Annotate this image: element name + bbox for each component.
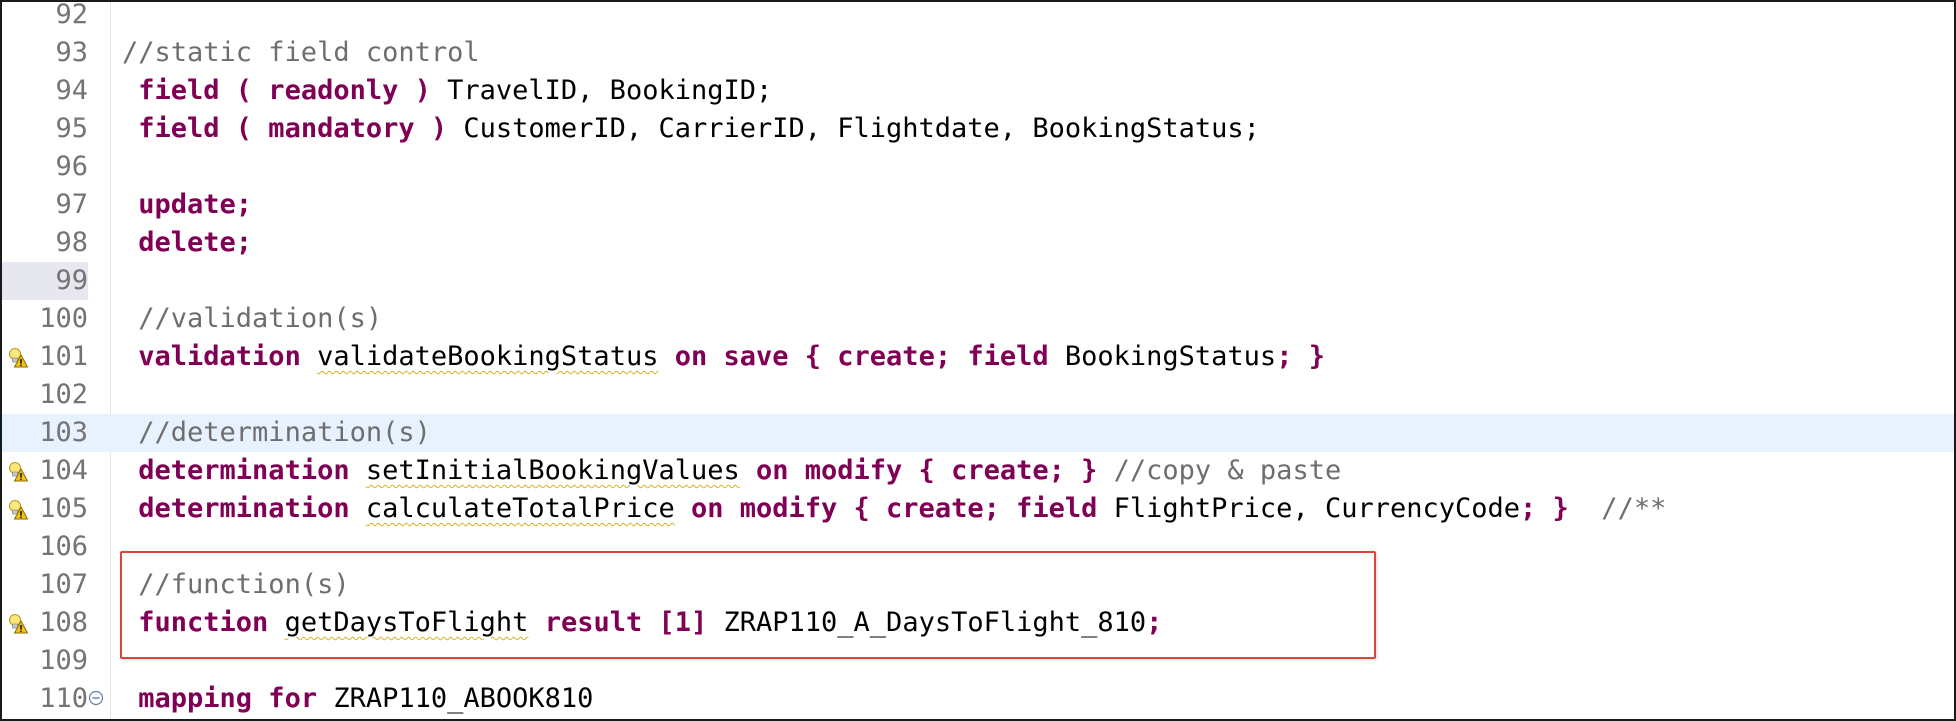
comment-token: //validation(s) xyxy=(138,303,383,334)
code-editor[interactable]: 92 93 //static field control 94 field ( rea… xyxy=(0,0,1956,721)
warning-lightbulb-icon[interactable] xyxy=(8,613,28,634)
comment-token: //static field control xyxy=(122,37,480,68)
code-line[interactable]: 103 //determination(s) xyxy=(2,414,1954,452)
keyword-token: on modify { create; } xyxy=(756,455,1098,486)
keyword-token: on modify { create; field xyxy=(690,493,1098,524)
comment-token: //copy & paste xyxy=(1097,455,1342,486)
identifier-token: BookingStatus xyxy=(1048,341,1277,372)
line-number: 103 xyxy=(39,417,88,448)
code-text: field ( readonly ) TravelID, BookingID; xyxy=(122,72,772,110)
warning-underlined-identifier: setInitialBookingValues xyxy=(365,455,740,486)
warning-lightbulb-icon[interactable] xyxy=(8,499,28,520)
keyword-token: update; xyxy=(138,189,253,220)
identifier-token xyxy=(301,341,317,372)
line-number: 106 xyxy=(39,531,88,562)
line-number: 102 xyxy=(39,379,88,410)
identifier-token: ZRAP110_ABOOK810 xyxy=(317,683,594,714)
line-number: 109 xyxy=(39,645,88,676)
keyword-token: ; } xyxy=(1520,493,1569,524)
identifier-token xyxy=(675,493,691,524)
code-line[interactable]: 93 //static field control xyxy=(2,34,1954,72)
code-line[interactable]: 104 determination setInitialBookingValue… xyxy=(2,452,1954,490)
warning-underlined-identifier: calculateTotalPrice xyxy=(365,493,675,524)
code-line[interactable]: 99 xyxy=(2,262,1954,300)
code-text: determination setInitialBookingValues on… xyxy=(122,452,1341,490)
keyword-token: field ( mandatory ) xyxy=(138,113,448,144)
code-line[interactable]: 94 field ( readonly ) TravelID, BookingI… xyxy=(2,72,1954,110)
code-text: validation validateBookingStatus on save… xyxy=(122,338,1325,376)
comment-token: //** xyxy=(1568,493,1667,524)
code-text: //static field control xyxy=(122,34,480,72)
code-text: update; xyxy=(122,186,252,224)
code-text: mapping for ZRAP110_ABOOK810 xyxy=(122,680,593,718)
code-line[interactable]: 101 validation validateBookingStatus on … xyxy=(2,338,1954,376)
code-line[interactable]: 102 xyxy=(2,376,1954,414)
code-line[interactable]: 105 determination calculateTotalPrice on… xyxy=(2,490,1954,528)
code-text: //determination(s) xyxy=(122,414,431,452)
keyword-token: ; } xyxy=(1276,341,1325,372)
keyword-token: mapping for xyxy=(138,683,318,714)
identifier-token xyxy=(350,493,366,524)
line-number: 98 xyxy=(55,227,88,258)
keyword-token: validation xyxy=(138,341,301,372)
line-number: 110 xyxy=(39,683,88,714)
keyword-token: field ( readonly ) xyxy=(138,75,431,106)
identifier-token xyxy=(658,341,674,372)
code-line[interactable]: 97 update; xyxy=(2,186,1954,224)
keyword-token: delete; xyxy=(138,227,253,258)
code-text: field ( mandatory ) CustomerID, CarrierI… xyxy=(122,110,1260,148)
line-number: 100 xyxy=(39,303,88,334)
code-line[interactable]: 110 mapping for ZRAP110_ABOOK810 xyxy=(2,680,1954,718)
keyword-token: determination xyxy=(138,493,350,524)
line-number: 99 xyxy=(2,262,88,300)
code-line[interactable]: 92 xyxy=(2,0,1954,34)
fold-collapse-icon[interactable] xyxy=(88,690,104,706)
code-line[interactable]: 95 field ( mandatory ) CustomerID, Carri… xyxy=(2,110,1954,148)
warning-lightbulb-icon[interactable] xyxy=(8,461,28,482)
function-highlight-box xyxy=(120,551,1376,659)
line-number: 96 xyxy=(55,151,88,182)
code-line[interactable]: 100 //validation(s) xyxy=(2,300,1954,338)
identifier-token: TravelID, BookingID; xyxy=(430,75,773,106)
keyword-token: on save { create; field xyxy=(674,341,1049,372)
code-line[interactable]: 98 delete; xyxy=(2,224,1954,262)
identifier-token xyxy=(740,455,756,486)
code-line[interactable]: 96 xyxy=(2,148,1954,186)
identifier-token: CustomerID, CarrierID, Flightdate, Booki… xyxy=(447,113,1260,144)
line-number: 95 xyxy=(55,113,88,144)
line-number: 94 xyxy=(55,75,88,106)
keyword-token: determination xyxy=(138,455,350,486)
warning-lightbulb-icon[interactable] xyxy=(8,347,28,368)
code-text: determination calculateTotalPrice on mod… xyxy=(122,490,1666,528)
code-text: delete; xyxy=(122,224,252,262)
line-number: 107 xyxy=(39,569,88,600)
line-number: 92 xyxy=(55,0,88,30)
identifier-token xyxy=(350,455,366,486)
line-number: 97 xyxy=(55,189,88,220)
warning-underlined-identifier: validateBookingStatus xyxy=(317,341,659,372)
code-text: //validation(s) xyxy=(122,300,382,338)
line-number: 93 xyxy=(55,37,88,68)
comment-token: //determination(s) xyxy=(138,417,431,448)
identifier-token: FlightPrice, CurrencyCode xyxy=(1097,493,1521,524)
